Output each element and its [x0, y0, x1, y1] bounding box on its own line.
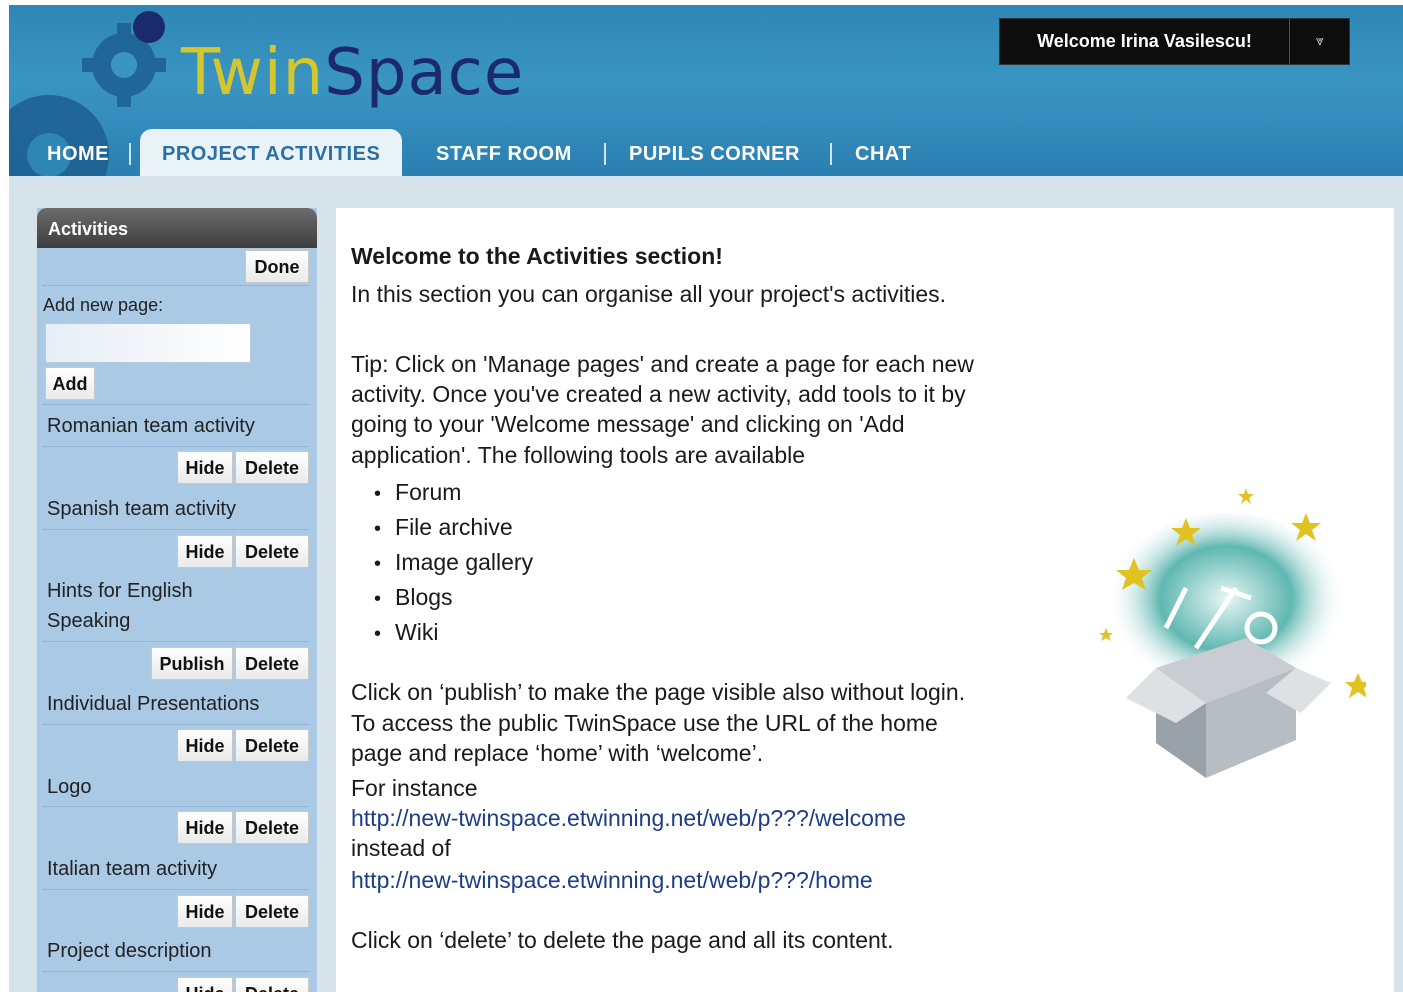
- tab-chat[interactable]: CHAT: [855, 129, 911, 176]
- main-nav: HOME PROJECT ACTIVITIES STAFF ROOM PUPIL…: [9, 129, 1403, 176]
- delete-note-text: Click on ‘delete’ to delete the page and…: [351, 927, 894, 953]
- page-title-italian[interactable]: Italian team activity: [47, 854, 217, 884]
- divider: [43, 529, 309, 530]
- list-item: Image gallery: [374, 546, 533, 581]
- page-title-logo[interactable]: Logo: [47, 772, 92, 802]
- nav-divider: [129, 143, 131, 165]
- page-title-spanish[interactable]: Spanish team activity: [47, 494, 236, 524]
- publish-button[interactable]: Publish: [151, 647, 233, 680]
- tip-text-line: going to your 'Welcome message' and clic…: [351, 411, 905, 437]
- activities-content: Welcome to the Activities section! In th…: [336, 208, 1394, 992]
- divider: [43, 971, 309, 972]
- tools-list: Forum File archive Image gallery Blogs W…: [374, 476, 533, 651]
- list-item: File archive: [374, 511, 533, 546]
- site-header: TwinSpace Welcome Irina Vasilescu! ⩔ HOM…: [9, 5, 1403, 176]
- delete-button[interactable]: Delete: [235, 451, 309, 484]
- welcome-url-link[interactable]: http://new-twinspace.etwinning.net/web/p…: [351, 803, 906, 833]
- divider: [43, 285, 309, 286]
- logo-space-text: Space: [324, 36, 525, 110]
- tab-staff-room[interactable]: STAFF ROOM: [436, 129, 572, 176]
- welcome-user-label: Welcome Irina Vasilescu!: [1000, 19, 1290, 64]
- page-title-hints-line1[interactable]: Hints for English: [47, 576, 193, 606]
- toolbox-stars-illustration: [1099, 488, 1366, 778]
- page-title-project-description[interactable]: Project description: [47, 936, 212, 966]
- tab-pupils-corner[interactable]: PUPILS CORNER: [629, 129, 800, 176]
- chevron-down-icon[interactable]: ⩔: [1291, 19, 1349, 64]
- list-item: Blogs: [374, 581, 533, 616]
- divider: [43, 641, 309, 642]
- divider: [43, 889, 309, 890]
- publish-text-line: To access the public TwinSpace use the U…: [351, 710, 938, 736]
- delete-button[interactable]: Delete: [235, 729, 309, 762]
- tip-text-line: activity. Once you've created a new acti…: [351, 381, 966, 407]
- logo-twin-text: Twin: [181, 36, 325, 110]
- delete-button[interactable]: Delete: [235, 811, 309, 844]
- hide-button[interactable]: Hide: [177, 811, 233, 844]
- delete-button[interactable]: Delete: [235, 977, 309, 992]
- intro-text: In this section you can organise all you…: [351, 281, 947, 307]
- page-title-hints-line2[interactable]: Speaking: [47, 606, 130, 636]
- done-button[interactable]: Done: [245, 250, 309, 283]
- delete-button[interactable]: Delete: [235, 647, 309, 680]
- page-title-individual[interactable]: Individual Presentations: [47, 689, 259, 719]
- nav-divider: [604, 143, 606, 165]
- page-title: Welcome to the Activities section!: [351, 243, 723, 269]
- home-url-link[interactable]: http://new-twinspace.etwinning.net/web/p…: [351, 865, 873, 895]
- twinspace-window: TwinSpace Welcome Irina Vasilescu! ⩔ HOM…: [9, 5, 1403, 992]
- for-instance-text: For instance: [351, 775, 478, 801]
- sidebar-title: Activities: [37, 208, 317, 248]
- delete-button[interactable]: Delete: [235, 895, 309, 928]
- divider: [43, 446, 309, 447]
- publish-text-line: Click on ‘publish’ to make the page visi…: [351, 679, 966, 705]
- add-new-page-label: Add new page:: [43, 295, 164, 315]
- hide-button[interactable]: Hide: [177, 729, 233, 762]
- divider: [43, 404, 309, 405]
- hide-button[interactable]: Hide: [177, 977, 233, 992]
- hide-button[interactable]: Hide: [177, 535, 233, 568]
- page-title-romanian[interactable]: Romanian team activity: [47, 411, 255, 441]
- divider: [43, 724, 309, 725]
- divider: [43, 806, 309, 807]
- user-menu[interactable]: Welcome Irina Vasilescu! ⩔: [999, 18, 1350, 65]
- tab-home[interactable]: HOME: [47, 129, 109, 176]
- list-item: Wiki: [374, 616, 533, 651]
- publish-text-line: page and replace ‘home’ with ‘welcome’.: [351, 740, 764, 766]
- hide-button[interactable]: Hide: [177, 451, 233, 484]
- nav-divider: [830, 143, 832, 165]
- twinspace-logo[interactable]: TwinSpace: [181, 33, 524, 113]
- tip-text-line: Tip: Click on 'Manage pages' and create …: [351, 351, 974, 377]
- tip-text-line: application'. The following tools are av…: [351, 442, 806, 468]
- list-item: Forum: [374, 476, 533, 511]
- activities-sidebar: Activities Done Add new page: Add Romani…: [37, 208, 317, 992]
- new-page-input[interactable]: [45, 323, 251, 363]
- tab-project-activities[interactable]: PROJECT ACTIVITIES: [140, 129, 403, 176]
- delete-button[interactable]: Delete: [235, 535, 309, 568]
- hide-button[interactable]: Hide: [177, 895, 233, 928]
- instead-of-text: instead of: [351, 835, 451, 861]
- add-button[interactable]: Add: [45, 367, 95, 400]
